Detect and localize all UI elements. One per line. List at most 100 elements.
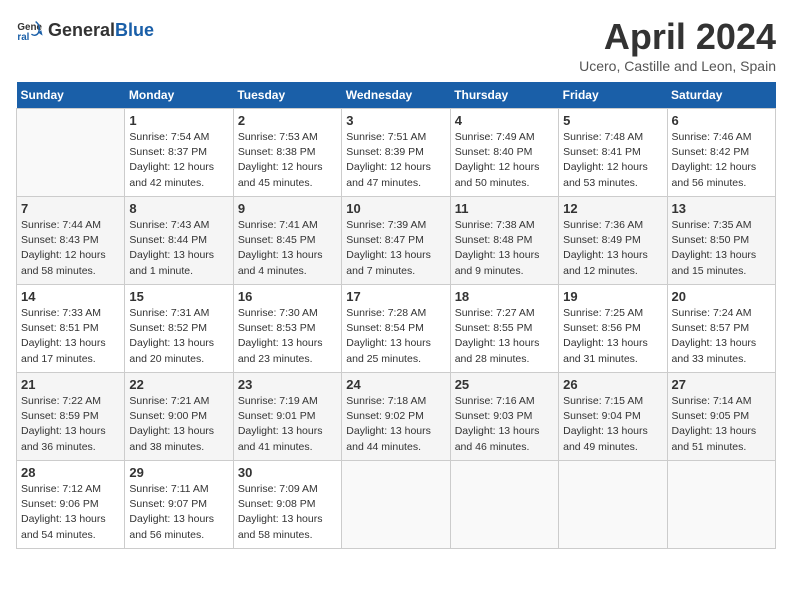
- day-number: 18: [455, 289, 554, 304]
- table-row: 4 Sunrise: 7:49 AM Sunset: 8:40 PM Daylig…: [450, 109, 558, 197]
- day-info: Sunrise: 7:28 AM Sunset: 8:54 PM Dayligh…: [346, 306, 445, 367]
- day-info: Sunrise: 7:21 AM Sunset: 9:00 PM Dayligh…: [129, 394, 228, 455]
- table-row: 5Sunrise: 7:48 AM Sunset: 8:41 PM Daylig…: [559, 109, 667, 197]
- col-monday: Monday: [125, 82, 233, 109]
- day-info: Sunrise: 7:12 AM Sunset: 9:06 PM Dayligh…: [21, 482, 120, 543]
- table-row: 6 Sunrise: 7:46 AM Sunset: 8:42 PM Daylig…: [667, 109, 775, 197]
- table-row: [342, 461, 450, 549]
- day-info: Sunrise: 7:31 AM Sunset: 8:52 PM Dayligh…: [129, 306, 228, 367]
- day-number: 24: [346, 377, 445, 392]
- day-info: Sunrise: 7:33 AM Sunset: 8:51 PM Dayligh…: [21, 306, 120, 367]
- day-number: 19: [563, 289, 662, 304]
- day-info: Sunrise: 7:25 AM Sunset: 8:56 PM Dayligh…: [563, 306, 662, 367]
- table-row: [667, 461, 775, 549]
- week-row-2: 7 Sunrise: 7:44 AM Sunset: 8:43 PM Daylig…: [17, 197, 776, 285]
- table-row: 25 Sunrise: 7:16 AM Sunset: 9:03 PM Dayli…: [450, 373, 558, 461]
- svg-text:ral: ral: [17, 32, 29, 43]
- day-info: Sunrise: 7:38 AM Sunset: 8:48 PM Dayligh…: [455, 218, 554, 279]
- logo: Gene ral GeneralBlue: [16, 16, 154, 44]
- day-number: 11: [455, 201, 554, 216]
- day-number: 4: [455, 113, 554, 128]
- day-info: Sunrise: 7:22 AM Sunset: 8:59 PM Dayligh…: [21, 394, 120, 455]
- day-info: Sunrise: 7:27 AM Sunset: 8:55 PM Dayligh…: [455, 306, 554, 367]
- day-number: 14: [21, 289, 120, 304]
- day-number: 9: [238, 201, 337, 216]
- page-header: Gene ral GeneralBlue April 2024 Ucero, C…: [16, 16, 776, 74]
- logo-general: General: [48, 20, 115, 40]
- table-row: 27Sunrise: 7:14 AM Sunset: 9:05 PM Dayli…: [667, 373, 775, 461]
- day-number: 15: [129, 289, 228, 304]
- title-block: April 2024 Ucero, Castille and Leon, Spa…: [579, 16, 776, 74]
- month-title: April 2024: [579, 16, 776, 58]
- day-number: 22: [129, 377, 228, 392]
- col-sunday: Sunday: [17, 82, 125, 109]
- day-number: 6: [672, 113, 771, 128]
- location: Ucero, Castille and Leon, Spain: [579, 58, 776, 74]
- day-number: 7: [21, 201, 120, 216]
- day-number: 17: [346, 289, 445, 304]
- day-info: Sunrise: 7:53 AM Sunset: 8:38 PM Dayligh…: [238, 130, 337, 191]
- day-info: Sunrise: 7:44 AM Sunset: 8:43 PM Dayligh…: [21, 218, 120, 279]
- day-number: 10: [346, 201, 445, 216]
- column-header-row: Sunday Monday Tuesday Wednesday Thursday…: [17, 82, 776, 109]
- day-info: Sunrise: 7:09 AM Sunset: 9:08 PM Dayligh…: [238, 482, 337, 543]
- table-row: 21 Sunrise: 7:22 AM Sunset: 8:59 PM Dayli…: [17, 373, 125, 461]
- table-row: 11 Sunrise: 7:38 AM Sunset: 8:48 PM Dayli…: [450, 197, 558, 285]
- table-row: 2 Sunrise: 7:53 AM Sunset: 8:38 PM Daylig…: [233, 109, 341, 197]
- day-info: Sunrise: 7:46 AM Sunset: 8:42 PM Dayligh…: [672, 130, 771, 191]
- table-row: 10Sunrise: 7:39 AM Sunset: 8:47 PM Dayli…: [342, 197, 450, 285]
- table-row: 12Sunrise: 7:36 AM Sunset: 8:49 PM Dayli…: [559, 197, 667, 285]
- day-info: Sunrise: 7:35 AM Sunset: 8:50 PM Dayligh…: [672, 218, 771, 279]
- day-info: Sunrise: 7:49 AM Sunset: 8:40 PM Dayligh…: [455, 130, 554, 191]
- table-row: 24 Sunrise: 7:18 AM Sunset: 9:02 PM Dayli…: [342, 373, 450, 461]
- table-row: 18 Sunrise: 7:27 AM Sunset: 8:55 PM Dayli…: [450, 285, 558, 373]
- day-number: 5: [563, 113, 662, 128]
- week-row-4: 21 Sunrise: 7:22 AM Sunset: 8:59 PM Dayli…: [17, 373, 776, 461]
- day-number: 3: [346, 113, 445, 128]
- day-number: 20: [672, 289, 771, 304]
- day-number: 8: [129, 201, 228, 216]
- table-row: 17 Sunrise: 7:28 AM Sunset: 8:54 PM Dayli…: [342, 285, 450, 373]
- day-info: Sunrise: 7:15 AM Sunset: 9:04 PM Dayligh…: [563, 394, 662, 455]
- week-row-3: 14 Sunrise: 7:33 AM Sunset: 8:51 PM Dayli…: [17, 285, 776, 373]
- calendar-table: Sunday Monday Tuesday Wednesday Thursday…: [16, 82, 776, 549]
- table-row: 16 Sunrise: 7:30 AM Sunset: 8:53 PM Dayli…: [233, 285, 341, 373]
- day-number: 26: [563, 377, 662, 392]
- day-info: Sunrise: 7:16 AM Sunset: 9:03 PM Dayligh…: [455, 394, 554, 455]
- day-info: Sunrise: 7:19 AM Sunset: 9:01 PM Dayligh…: [238, 394, 337, 455]
- logo-icon: Gene ral: [16, 16, 44, 44]
- day-number: 16: [238, 289, 337, 304]
- day-number: 21: [21, 377, 120, 392]
- day-number: 27: [672, 377, 771, 392]
- day-info: Sunrise: 7:54 AM Sunset: 8:37 PM Dayligh…: [129, 130, 228, 191]
- table-row: [450, 461, 558, 549]
- table-row: 3 Sunrise: 7:51 AM Sunset: 8:39 PM Daylig…: [342, 109, 450, 197]
- table-row: 28 Sunrise: 7:12 AM Sunset: 9:06 PM Dayli…: [17, 461, 125, 549]
- col-friday: Friday: [559, 82, 667, 109]
- table-row: 19 Sunrise: 7:25 AM Sunset: 8:56 PM Dayli…: [559, 285, 667, 373]
- day-number: 28: [21, 465, 120, 480]
- table-row: 1 Sunrise: 7:54 AM Sunset: 8:37 PM Daylig…: [125, 109, 233, 197]
- day-number: 2: [238, 113, 337, 128]
- table-row: 20Sunrise: 7:24 AM Sunset: 8:57 PM Dayli…: [667, 285, 775, 373]
- day-number: 29: [129, 465, 228, 480]
- col-tuesday: Tuesday: [233, 82, 341, 109]
- table-row: [17, 109, 125, 197]
- col-wednesday: Wednesday: [342, 82, 450, 109]
- table-row: 13Sunrise: 7:35 AM Sunset: 8:50 PM Dayli…: [667, 197, 775, 285]
- day-info: Sunrise: 7:36 AM Sunset: 8:49 PM Dayligh…: [563, 218, 662, 279]
- day-info: Sunrise: 7:11 AM Sunset: 9:07 PM Dayligh…: [129, 482, 228, 543]
- day-info: Sunrise: 7:51 AM Sunset: 8:39 PM Dayligh…: [346, 130, 445, 191]
- day-info: Sunrise: 7:18 AM Sunset: 9:02 PM Dayligh…: [346, 394, 445, 455]
- day-info: Sunrise: 7:43 AM Sunset: 8:44 PM Dayligh…: [129, 218, 228, 279]
- day-info: Sunrise: 7:41 AM Sunset: 8:45 PM Dayligh…: [238, 218, 337, 279]
- col-saturday: Saturday: [667, 82, 775, 109]
- day-number: 30: [238, 465, 337, 480]
- day-info: Sunrise: 7:30 AM Sunset: 8:53 PM Dayligh…: [238, 306, 337, 367]
- week-row-5: 28 Sunrise: 7:12 AM Sunset: 9:06 PM Dayli…: [17, 461, 776, 549]
- table-row: 7 Sunrise: 7:44 AM Sunset: 8:43 PM Daylig…: [17, 197, 125, 285]
- table-row: 29 Sunrise: 7:11 AM Sunset: 9:07 PM Dayli…: [125, 461, 233, 549]
- day-number: 1: [129, 113, 228, 128]
- table-row: 23Sunrise: 7:19 AM Sunset: 9:01 PM Dayli…: [233, 373, 341, 461]
- day-number: 25: [455, 377, 554, 392]
